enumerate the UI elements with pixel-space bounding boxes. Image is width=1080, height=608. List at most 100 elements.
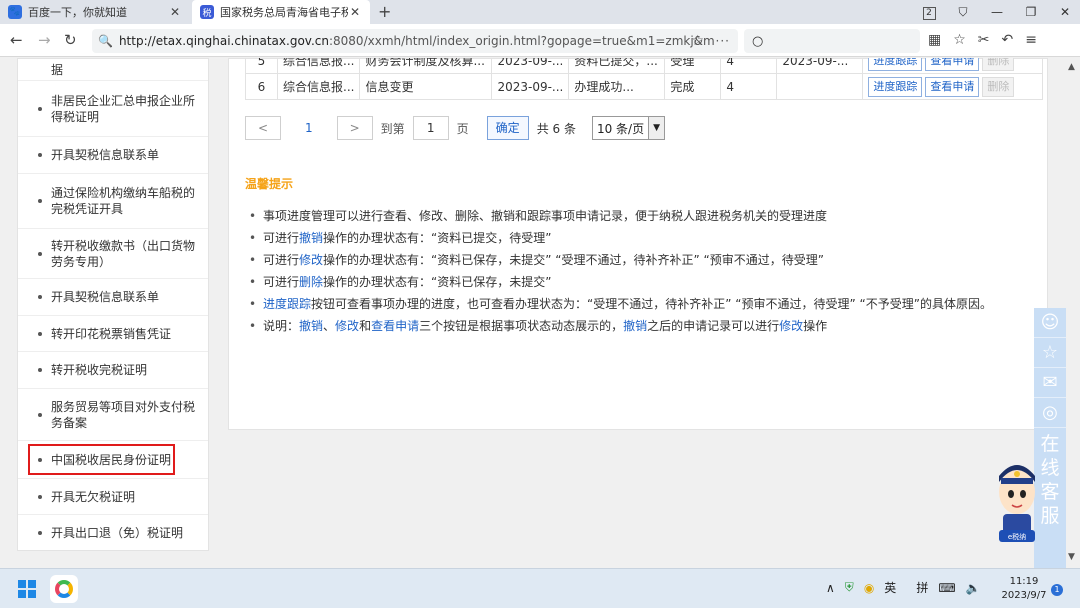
sidebar-item[interactable]: 据 [18, 59, 208, 81]
close-tab-icon[interactable]: ✕ [168, 5, 182, 19]
tip-link[interactable]: 撤销 [299, 319, 323, 333]
scissors-icon[interactable]: ✂ [978, 32, 990, 48]
bullet-icon: • [249, 275, 257, 289]
cell-type: 综合信息报... [276, 73, 361, 100]
sidebar-item[interactable]: 转开印花税票销售凭证 [18, 316, 208, 352]
sidebar-item[interactable]: 通过保险机构缴纳车船税的完税凭证开具 [18, 174, 208, 229]
close-window-icon[interactable]: ✕ [1048, 5, 1080, 19]
network-icon[interactable]: ⌨ [938, 581, 955, 595]
shirt-icon[interactable]: ⛉ [946, 5, 980, 20]
windows-start-icon[interactable] [18, 580, 36, 598]
sidebar-item[interactable]: 非居民企业汇总申报企业所得税证明 [18, 81, 208, 137]
browser-toolbar: ▦ ☆ ✂ ↶ ≡ [928, 32, 1037, 48]
chevron-up-icon[interactable]: ∧ [826, 581, 835, 595]
table-row: 5 综合信息报... 财务会计制度及核算... 2023-09-... 资料已提… [245, 58, 1044, 74]
bullet-icon: • [249, 209, 257, 223]
tip-text: 操作的办理状态有：“资料已保存，未提交” [323, 275, 552, 289]
close-tab-icon[interactable]: ✕ [348, 5, 362, 19]
browser-tab-bar: 🐾 百度一下，你就知道 ✕ 税 国家税务总局青海省电子税务 ✕ + 2 ⛉ — … [0, 0, 1080, 24]
wechat-icon[interactable]: ✉ [1034, 368, 1066, 398]
cell-actions: 进度跟踪 查看申请 删除 [862, 73, 1044, 100]
tip-text: 操作 [803, 319, 828, 333]
bullet-icon [38, 199, 42, 203]
clock[interactable]: 11:19 2023/9/7 [998, 575, 1050, 603]
search-input[interactable]: ○ [744, 29, 920, 53]
tip-link[interactable]: 修改 [779, 319, 803, 333]
tip-link[interactable]: 撤销 [623, 319, 647, 333]
tip-link[interactable]: 修改 [299, 253, 323, 267]
user-icon[interactable]: ☺ [1034, 308, 1066, 338]
tip-text: 和 [359, 319, 372, 333]
goto-label: 到第 [380, 121, 405, 136]
bullet-icon [38, 106, 42, 111]
sidebar-item-label: 据 [51, 62, 64, 77]
tip-link[interactable]: 查看申请 [371, 319, 419, 333]
current-page[interactable]: 1 [305, 121, 313, 135]
tab-tax-bureau[interactable]: 税 国家税务总局青海省电子税务 ✕ [192, 0, 370, 24]
online-service-link[interactable]: 在线客服 [1034, 428, 1066, 528]
bullet-icon [38, 153, 42, 157]
view-application-button[interactable]: 查看申请 [925, 76, 980, 97]
tip-link[interactable]: 删除 [299, 275, 323, 289]
cell-date: 2023-09-... [491, 73, 570, 100]
ime-indicator[interactable]: 拼 [916, 579, 928, 596]
apps-grid-icon[interactable]: ▦ [928, 32, 941, 48]
sidebar-item[interactable]: 开具契税信息联系单 [18, 137, 208, 174]
star-icon[interactable]: ☆ [1034, 338, 1066, 368]
tip-link[interactable]: 撤销 [299, 231, 323, 245]
tip-link[interactable]: 修改 [335, 319, 359, 333]
language-indicator[interactable]: 英 [884, 579, 896, 596]
tip-link[interactable]: 进度跟踪 [263, 297, 311, 311]
track-progress-button[interactable]: 进度跟踪 [868, 76, 923, 97]
sidebar-item[interactable]: 服务贸易等项目对外支付税务备案 [18, 389, 208, 441]
next-page-button[interactable]: > [336, 116, 373, 140]
forward-icon[interactable]: → [38, 31, 51, 49]
vertical-scrollbar[interactable]: ▲ ▼ [1066, 58, 1080, 568]
minimize-icon[interactable]: — [980, 5, 1014, 19]
volume-icon[interactable]: 🔈 [966, 581, 981, 595]
notification-badge[interactable]: 1 [1051, 584, 1063, 596]
new-tab-icon[interactable]: + [378, 2, 391, 21]
sidebar-item-label: 通过保险机构缴纳车船税的完税凭证开具 [51, 186, 196, 216]
menu-icon[interactable]: ≡ [1025, 32, 1037, 48]
bookmark-star-icon[interactable]: ☆ [691, 33, 704, 49]
weibo-icon[interactable]: ◎ [1034, 398, 1066, 428]
sidebar-item[interactable]: 开具出口退（免）税证明 [18, 515, 208, 551]
track-progress-button[interactable]: 进度跟踪 [868, 58, 923, 71]
sidebar-item[interactable]: 开具无欠税证明 [18, 479, 208, 515]
page-size-select[interactable]: 10 条/页 ▼ [591, 116, 666, 140]
browser-app-icon[interactable] [50, 575, 78, 603]
sidebar-item-tax-residency-certificate[interactable]: 中国税收居民身份证明 [18, 441, 208, 479]
bullet-icon [38, 531, 42, 535]
records-table: 5 综合信息报... 财务会计制度及核算... 2023-09-... 资料已提… [245, 58, 1044, 100]
tip-item: • 事项进度管理可以进行查看、修改、删除、撤销和跟踪事项申请记录，便于纳税人跟进税… [249, 205, 1039, 227]
sidebar-item-label: 非居民企业汇总申报企业所得税证明 [51, 93, 196, 124]
confirm-button[interactable]: 确定 [486, 116, 529, 140]
goto-page-input[interactable]: 1 [412, 116, 449, 140]
tip-text: 操作的办理状态有：“资料已保存，未提交” “受理不通过，待补齐补正” “预审不通… [323, 253, 824, 267]
app-tray-icon[interactable]: ◉ [864, 581, 874, 595]
address-input[interactable]: 🔍 http://etax.qinghai.chinatax.gov.cn:80… [92, 29, 738, 53]
tab-baidu[interactable]: 🐾 百度一下，你就知道 ✕ [0, 0, 190, 24]
prev-page-button[interactable]: < [245, 116, 281, 140]
tax-mascot-image[interactable]: e税纳 [995, 450, 1037, 545]
restore-icon[interactable]: ❐ [1014, 5, 1048, 19]
cell-item: 财务会计制度及核算... [359, 58, 493, 74]
sidebar-item-label: 开具出口退（免）税证明 [51, 526, 184, 540]
sidebar-item[interactable]: 转开税收完税证明 [18, 352, 208, 389]
highlight-box [28, 444, 175, 475]
delete-button[interactable]: 删除 [982, 58, 1015, 71]
undo-icon[interactable]: ↶ [1002, 32, 1014, 48]
security-shield-icon[interactable]: ⛨ [845, 580, 854, 595]
scroll-up-icon[interactable]: ▲ [1068, 62, 1075, 72]
view-application-button[interactable]: 查看申请 [925, 58, 980, 71]
reload-icon[interactable]: ↻ [64, 31, 77, 49]
scroll-down-icon[interactable]: ▼ [1068, 552, 1075, 562]
sidebar-item[interactable]: 开具契税信息联系单 [18, 279, 208, 316]
more-icon[interactable]: ··· [716, 34, 730, 48]
sidebar-item[interactable]: 转开税收缴款书（出口货物劳务专用） [18, 229, 208, 279]
delete-button[interactable]: 删除 [982, 76, 1015, 97]
favorites-icon[interactable]: ☆ [953, 32, 966, 48]
tab-count-badge[interactable]: 2 [912, 4, 946, 20]
back-icon[interactable]: ← [10, 31, 23, 49]
